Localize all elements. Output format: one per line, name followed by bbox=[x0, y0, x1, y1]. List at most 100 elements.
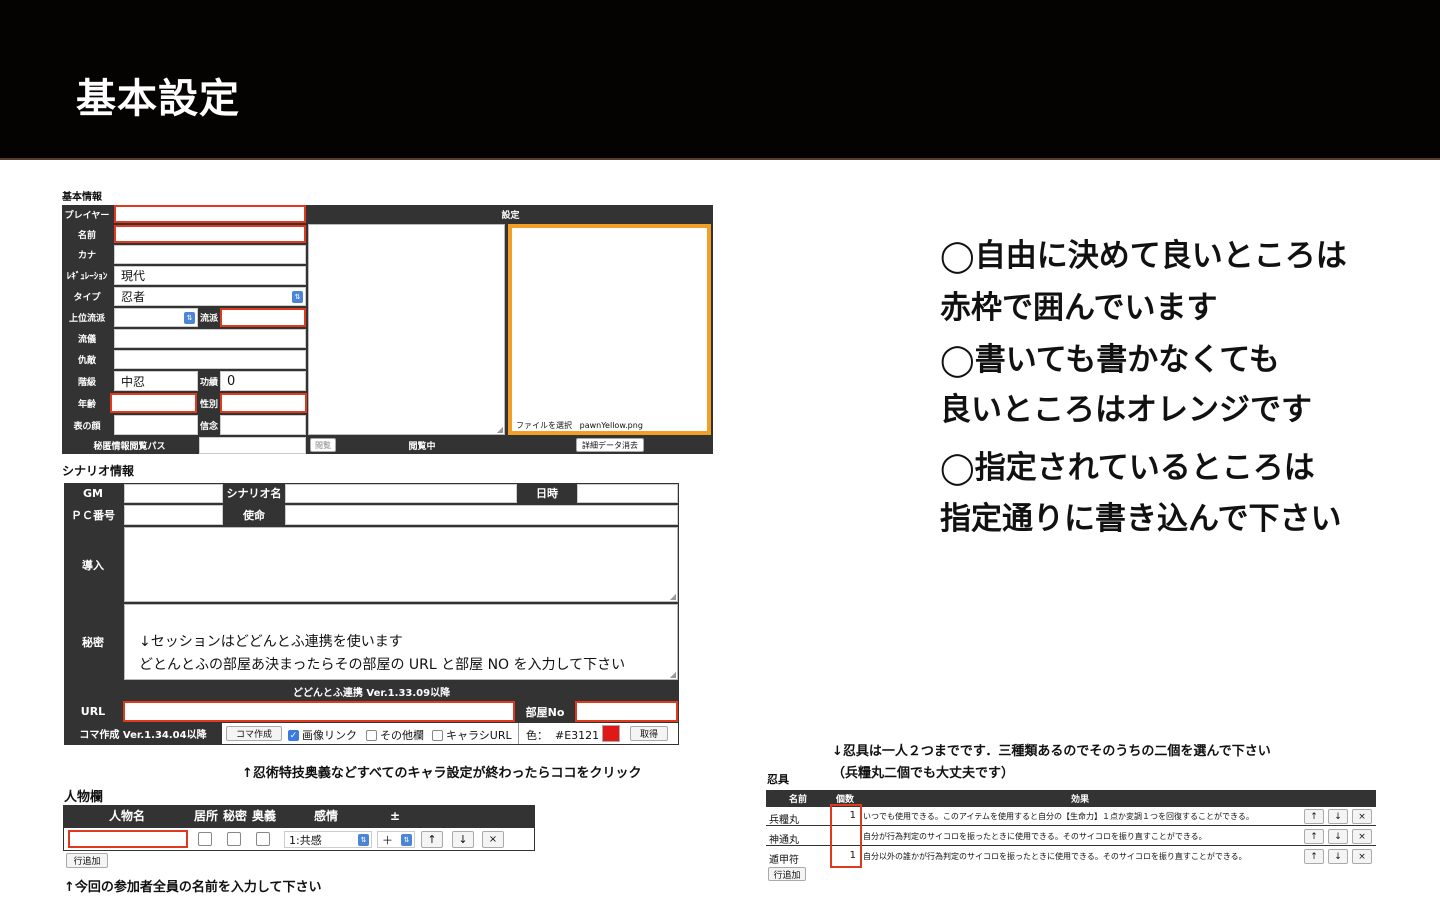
secret-line-2: どとんとふの部屋あ決まったらその部屋の URL と部屋 NO を入力して下さい bbox=[139, 657, 626, 673]
scenario-panel: GM シナリオ名 日時 ＰＣ番号 使命 導入 ◢ 秘密 ↓セッションはどどんとふ… bbox=[64, 483, 679, 745]
move-up-button[interactable]: ↑ bbox=[1304, 809, 1324, 824]
upper-school-select[interactable]: ⇅ bbox=[114, 308, 198, 327]
player-field[interactable] bbox=[114, 205, 306, 223]
ningu-name: 遁甲符 bbox=[769, 855, 799, 866]
click-note: ↑忍術特技奥義などすべてのキャラ設定が終わったらココをクリック bbox=[242, 766, 642, 781]
move-up-button[interactable]: ↑ bbox=[421, 831, 443, 848]
place-checkbox[interactable] bbox=[198, 832, 212, 846]
pm-select[interactable]: ＋ ⇅ bbox=[377, 831, 415, 848]
datetime-field[interactable] bbox=[577, 484, 678, 503]
move-down-button[interactable]: ↓ bbox=[1328, 849, 1348, 864]
instruction-line-2: 赤枠で囲んでいます bbox=[940, 290, 1218, 326]
slide-header: 基本設定 bbox=[0, 0, 1440, 160]
pc-no-field[interactable] bbox=[124, 505, 223, 525]
gm-field[interactable] bbox=[124, 484, 223, 503]
people-add-row-button[interactable]: 行追加 bbox=[66, 853, 108, 868]
chevron-updown-icon: ⇅ bbox=[358, 833, 369, 846]
emotion-select[interactable]: 1:共感 ⇅ bbox=[284, 831, 372, 848]
ningu-col-name: 名前 bbox=[766, 790, 830, 806]
move-down-button[interactable]: ↓ bbox=[1328, 829, 1348, 844]
settings-textarea[interactable]: ◢ bbox=[308, 224, 505, 435]
type-select-value: 忍者 bbox=[121, 290, 146, 304]
instruction-line-4: 良いところはオレンジです bbox=[940, 392, 1312, 428]
resize-handle-icon[interactable]: ◢ bbox=[497, 425, 503, 434]
school-field[interactable] bbox=[220, 308, 306, 327]
secret-checkbox[interactable] bbox=[227, 832, 241, 846]
name-field[interactable] bbox=[114, 225, 306, 243]
mission-label: 使命 bbox=[224, 504, 284, 525]
file-chooser[interactable]: ファイルを選択 pawnYellow.png bbox=[516, 420, 643, 431]
mission-field[interactable] bbox=[285, 505, 678, 525]
color-swatch[interactable] bbox=[602, 725, 620, 742]
intro-textarea[interactable]: ◢ bbox=[124, 527, 678, 602]
secret-line-1: ↓セッションはどどんとふ連携を使います bbox=[139, 634, 403, 650]
secret-textarea[interactable]: ↓セッションはどどんとふ連携を使います どとんとふの部屋あ決まったらその部屋の … bbox=[124, 604, 678, 680]
ryugi-field[interactable] bbox=[114, 329, 306, 348]
other-label: その他欄 bbox=[380, 729, 424, 742]
regulation-field[interactable]: 現代 bbox=[114, 266, 306, 285]
scenario-section-label: シナリオ情報 bbox=[62, 464, 135, 478]
move-down-button[interactable]: ↓ bbox=[452, 831, 474, 848]
divider bbox=[518, 723, 519, 744]
ningu-name: 神通丸 bbox=[769, 835, 799, 846]
scenario-name-field[interactable] bbox=[285, 484, 517, 503]
remove-row-button[interactable]: × bbox=[1352, 809, 1372, 824]
room-no-label: 部屋No bbox=[516, 701, 574, 722]
face-field[interactable] bbox=[114, 415, 198, 435]
ningu-add-row-button[interactable]: 行追加 bbox=[768, 867, 806, 881]
color-label: 色： bbox=[526, 729, 548, 742]
belief-field[interactable] bbox=[220, 415, 306, 435]
gender-field[interactable] bbox=[220, 393, 307, 413]
ningu-name: 兵糧丸 bbox=[769, 815, 799, 826]
kyuteki-field[interactable] bbox=[114, 350, 306, 369]
merit-field[interactable]: 0 bbox=[220, 371, 306, 391]
checkbox-icon[interactable] bbox=[366, 729, 377, 741]
delete-detail-button[interactable]: 詳細データ消去 bbox=[576, 438, 644, 452]
kana-field[interactable] bbox=[114, 245, 306, 264]
person-name-field[interactable] bbox=[68, 830, 188, 848]
view-button[interactable]: 閲覧 bbox=[310, 438, 336, 452]
age-field[interactable] bbox=[110, 393, 197, 413]
remove-row-button[interactable]: × bbox=[1352, 849, 1372, 864]
resize-handle-icon[interactable]: ◢ bbox=[670, 592, 676, 601]
koma-label: コマ作成 Ver.1.34.04以降 bbox=[64, 723, 222, 744]
instruction-line-6: 指定通りに書き込んで下さい bbox=[940, 501, 1342, 537]
viewing-label: 閲覧中 bbox=[342, 437, 502, 454]
ningu-note-1: ↓忍具は一人２つまでです．三種類あるのでそのうちの二個を選んで下さい bbox=[832, 744, 1271, 759]
move-up-button[interactable]: ↑ bbox=[1304, 829, 1324, 844]
remove-row-button[interactable]: × bbox=[1352, 829, 1372, 844]
room-no-field[interactable] bbox=[575, 701, 678, 722]
move-up-button[interactable]: ↑ bbox=[1304, 849, 1324, 864]
file-chooser-label: ファイルを選択 bbox=[516, 421, 572, 430]
image-link-label: 画像リンク bbox=[302, 729, 357, 742]
other-option[interactable]: その他欄 bbox=[366, 727, 424, 743]
basic-info-panel: プレイヤー 名前 カナ ﾚｷﾞｭﾚｰｼｮﾝ 現代 タイプ 忍者 ⇅ 上位流派 ⇅… bbox=[62, 205, 713, 454]
remove-row-button[interactable]: × bbox=[482, 831, 504, 848]
instruction-line-3: ◯書いても書かなくても bbox=[940, 342, 1280, 378]
resize-handle-icon[interactable]: ◢ bbox=[670, 670, 676, 679]
check-icon[interactable]: ✓ bbox=[288, 729, 299, 741]
face-label: 表の顔 bbox=[62, 415, 112, 435]
ningu-table: 名前 個数 効果 兵糧丸 1 いつでも使用できる。このアイテムを使用すると自分の… bbox=[766, 790, 1376, 868]
ningu-effect: いつでも使用できる。このアイテムを使用すると自分の【生命力】１点か変調１つを回復… bbox=[863, 812, 1254, 821]
fetch-button[interactable]: 取得 bbox=[630, 726, 668, 741]
type-select[interactable]: 忍者 ⇅ bbox=[114, 287, 306, 306]
intro-label: 導入 bbox=[64, 527, 122, 602]
settings-header: 設定 bbox=[308, 205, 713, 223]
col-secret: 秘密 bbox=[221, 805, 249, 826]
ougi-checkbox[interactable] bbox=[256, 832, 270, 846]
chara-url-option[interactable]: キャラシURL bbox=[432, 727, 512, 743]
rank-field[interactable]: 中忍 bbox=[114, 371, 198, 391]
type-label: タイプ bbox=[62, 287, 112, 306]
image-link-option[interactable]: ✓ 画像リンク bbox=[288, 727, 357, 743]
koma-options: コマ作成 ✓ 画像リンク その他欄 キャラシURL 色： #E3121 取得 bbox=[222, 723, 678, 744]
secret-pass-field[interactable] bbox=[199, 437, 306, 454]
color-value[interactable]: #E3121 bbox=[555, 729, 599, 742]
ningu-effect: 自分が行為判定のサイコロを振ったときに使用できる。そのサイコロを振り直すことがで… bbox=[863, 832, 1207, 841]
checkbox-icon[interactable] bbox=[432, 729, 443, 741]
koma-create-button[interactable]: コマ作成 bbox=[226, 726, 282, 741]
portrait-image-area[interactable]: ファイルを選択 pawnYellow.png bbox=[508, 224, 711, 435]
url-field[interactable] bbox=[123, 701, 515, 722]
col-emotion: 感情 bbox=[279, 805, 373, 826]
move-down-button[interactable]: ↓ bbox=[1328, 809, 1348, 824]
